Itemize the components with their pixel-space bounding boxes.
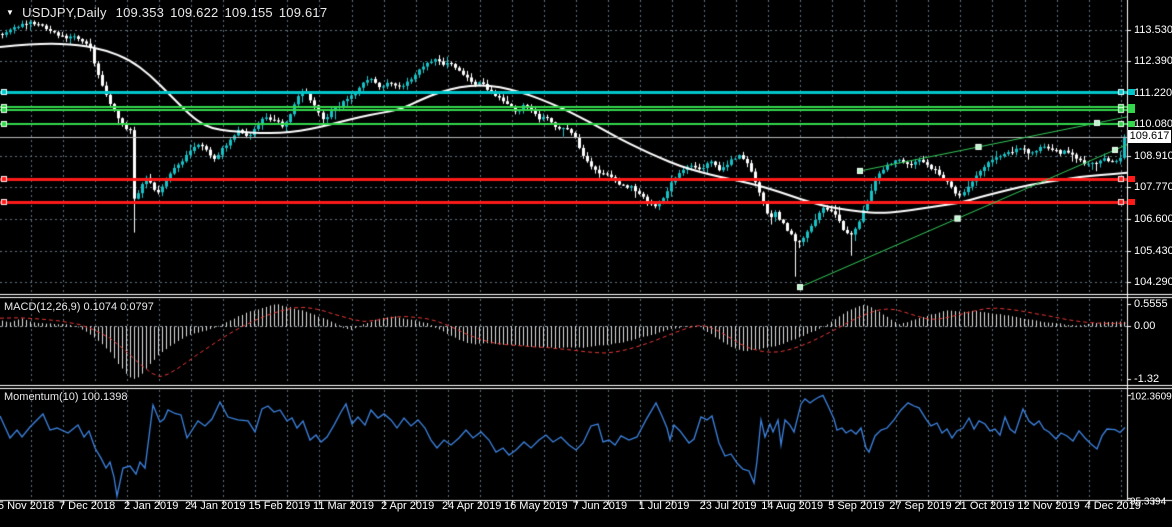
high-value: 109.622 xyxy=(170,5,219,20)
low-value: 109.155 xyxy=(224,5,273,20)
macd-axis-label: -1.32 xyxy=(1134,373,1160,385)
macd-axis-label: 0.5555 xyxy=(1134,297,1168,310)
price-axis-label: 112.390 xyxy=(1134,55,1172,68)
time-axis-label: 21 Oct 2019 xyxy=(954,500,1015,512)
macd-axis-label: 0.00 xyxy=(1134,320,1156,333)
time-axis-label: 2 Apr 2019 xyxy=(380,500,435,512)
hline-price-marker xyxy=(1128,89,1135,95)
hline-price-marker xyxy=(1128,199,1135,205)
time-axis-label: 2 Jan 2019 xyxy=(123,500,179,512)
price-axis-label: 108.910 xyxy=(1134,149,1172,162)
time-axis[interactable]: 15 Nov 20187 Dec 2018 2 Jan 2019 24 Jan 20… xyxy=(0,500,1172,527)
time-axis-label: 1 Jul 2019 xyxy=(638,500,690,512)
current-price-tag: 109.617 xyxy=(1128,130,1171,143)
time-axis-label: 4 Dec 2019 xyxy=(1084,500,1141,512)
time-axis-label: 5 Sep 2019 xyxy=(828,500,885,512)
macd-indicator-label: MACD(12,26,9) 0.1074 0.0797 xyxy=(4,301,154,313)
price-axis[interactable]: 113.530 112.390 111.220 110.080 108.910 107.7… xyxy=(1127,0,1172,508)
price-axis-label: 110.080 xyxy=(1134,118,1172,131)
time-axis-label: 7 Dec 2018 xyxy=(58,500,116,512)
momentum-indicator-label: Momentum(10) 100.1398 xyxy=(4,391,128,403)
time-axis-label: 24 Jan 2019 xyxy=(185,500,246,512)
time-axis-label: 15 Nov 2018 xyxy=(0,500,55,512)
chart-canvas[interactable] xyxy=(0,0,1172,527)
time-axis-label: 16 May 2019 xyxy=(503,500,568,512)
price-axis-label: 104.290 xyxy=(1134,275,1172,288)
time-axis-label: 23 Jul 2019 xyxy=(699,500,757,512)
price-axis-label: 106.600 xyxy=(1134,212,1172,225)
time-axis-label: 24 Apr 2019 xyxy=(442,500,502,512)
time-axis-label: 7 Jun 2019 xyxy=(572,500,628,512)
hline-price-marker xyxy=(1128,107,1135,113)
open-value: 109.353 xyxy=(115,5,165,20)
price-axis-label: 113.530 xyxy=(1134,23,1172,36)
time-axis-label: 11 Mar 2019 xyxy=(313,500,374,512)
hline-price-marker xyxy=(1128,121,1135,127)
time-axis-label: 15 Feb 2019 xyxy=(248,500,311,512)
time-axis-label: 14 Aug 2019 xyxy=(761,500,824,512)
price-axis-label: 105.430 xyxy=(1134,244,1172,257)
time-axis-label: 27 Sep 2019 xyxy=(889,500,952,512)
hline-price-marker xyxy=(1128,176,1135,182)
momentum-axis-label: 102.3609 xyxy=(1130,391,1172,403)
price-axis-label: 111.220 xyxy=(1134,86,1172,99)
close-value: 109.617 xyxy=(278,5,328,20)
chart-dropdown-icon: ▼ xyxy=(6,8,15,17)
symbol-period-label: USDJPY,Daily xyxy=(22,5,107,20)
price-axis-label: 107.770 xyxy=(1134,181,1172,194)
mt4-chart-window: ▼ USDJPY,Daily 109.353 109.622 109.155 1… xyxy=(0,0,1172,527)
time-axis-label: 12 Nov 2019 xyxy=(1017,500,1080,512)
chart-title: ▼ USDJPY,Daily 109.353 109.622 109.155 1… xyxy=(6,5,327,20)
